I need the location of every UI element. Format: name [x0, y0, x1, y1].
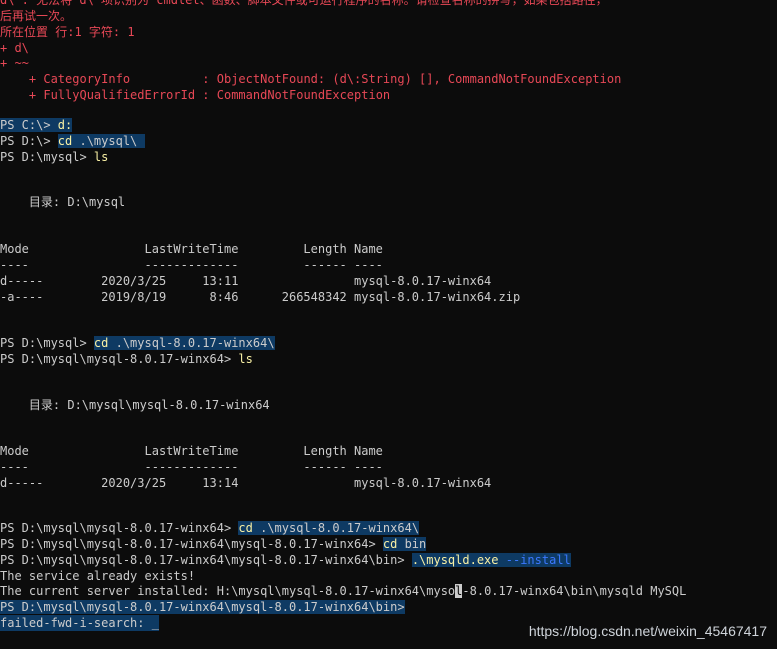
output-text: The current server installed: H:\mysql\m…: [0, 584, 456, 598]
listing-row: d----- 2020/3/25 13:11 mysql-8.0.17-winx…: [0, 274, 492, 288]
command-flag: --install: [498, 553, 571, 567]
listing-divider: ---- ------------- ------ ----: [0, 258, 383, 272]
prompt-line[interactable]: PS D:\mysql> ls: [0, 149, 108, 165]
prompt-text: PS D:\mysql\mysql-8.0.17-winx64\mysql-8.…: [0, 553, 412, 567]
output-line: The service already exists!: [0, 569, 196, 583]
directory-label: 目录: D:\mysql\mysql-8.0.17-winx64: [0, 398, 270, 412]
listing-header: Mode LastWriteTime Length Name: [0, 242, 383, 256]
prompt-text: PS C:\>: [0, 118, 58, 132]
prompt-text: PS D:\mysql\mysql-8.0.17-winx64>: [0, 352, 239, 366]
error-category-line: + CategoryInfo : ObjectNotFound: (d\:Str…: [0, 71, 621, 87]
command-argument: .\mysql-8.0.17-winx64\: [252, 521, 420, 535]
prompt-text: PS D:\mysql\mysql-8.0.17-winx64\mysql-8.…: [0, 600, 405, 614]
prompt-line[interactable]: PS D:\mysql\mysql-8.0.17-winx64\mysql-8.…: [0, 599, 405, 615]
prompt-line[interactable]: PS D:\mysql> cd .\mysql-8.0.17-winx64\: [0, 335, 275, 351]
command-text: ls: [93, 150, 109, 164]
command-text: d:: [57, 118, 73, 132]
command-argument: .\mysql\: [72, 134, 145, 148]
error-fqid-value: : CommandNotFoundException: [202, 88, 391, 102]
prompt-text: PS D:\mysql\mysql-8.0.17-winx64>: [0, 521, 239, 535]
command-text: ls: [238, 352, 253, 366]
error-caret-line: + ~~: [0, 56, 29, 70]
command-argument: bin: [397, 537, 427, 551]
command-argument: .\mysql-8.0.17-winx64\: [108, 336, 275, 350]
error-category-value: : ObjectNotFound: (d\:String) [], Comman…: [202, 72, 622, 86]
prompt-line[interactable]: PS D:\mysql\mysql-8.0.17-winx64\mysql-8.…: [0, 552, 571, 568]
watermark-text: https://blog.csdn.net/weixin_45467417: [528, 623, 767, 639]
prompt-line[interactable]: PS D:\mysql\mysql-8.0.17-winx64\mysql-8.…: [0, 536, 427, 552]
error-fqid-line: + FullyQualifiedErrorId : CommandNotFoun…: [0, 87, 390, 103]
listing-header: Mode LastWriteTime Length Name: [0, 444, 383, 458]
error-fqid-key: + FullyQualifiedErrorId: [0, 88, 203, 102]
command-text: cd: [238, 521, 253, 535]
listing-divider: ---- ------------- ------ ----: [0, 460, 383, 474]
prompt-text: PS D:\mysql\mysql-8.0.17-winx64\mysql-8.…: [0, 537, 383, 551]
directory-label: 目录: D:\mysql: [0, 195, 126, 209]
error-category-key: + CategoryInfo: [0, 72, 203, 86]
prompt-text: PS D:\>: [0, 134, 58, 148]
listing-row: d----- 2020/3/25 13:14 mysql-8.0.17-winx…: [0, 476, 492, 490]
prompt-line[interactable]: PS D:\> cd .\mysql\: [0, 133, 145, 149]
command-text: cd: [57, 134, 73, 148]
powershell-console[interactable]: d\ : 无法将“d\”项识别为 cmdlet、函数、脚本文件或可运行程序的名称…: [0, 0, 777, 649]
error-command-line: + d\: [0, 41, 29, 55]
prompt-line[interactable]: PS D:\mysql\mysql-8.0.17-winx64> ls: [0, 351, 253, 367]
prompt-text: PS D:\mysql>: [0, 150, 94, 164]
reverse-search-line[interactable]: failed-fwd-i-search: _: [0, 615, 159, 631]
error-message-line: 后再试一次。: [0, 9, 73, 23]
command-text: cd: [382, 537, 398, 551]
error-position-line: 所在位置 行:1 字符: 1: [0, 25, 135, 39]
output-line: The current server installed: H:\mysql\m…: [0, 583, 686, 599]
prompt-line[interactable]: PS D:\mysql\mysql-8.0.17-winx64> cd .\my…: [0, 520, 420, 536]
output-text: -8.0.17-winx64\bin\mysqld MySQL: [462, 584, 687, 598]
prompt-line[interactable]: PS C:\> d:: [0, 117, 73, 133]
command-text: cd: [93, 336, 109, 350]
listing-row: -a---- 2019/8/19 8:46 266548342 mysql-8.…: [0, 290, 521, 304]
command-text: .\mysqld.exe: [411, 553, 499, 567]
error-message-line: d\ : 无法将“d\”项识别为 cmdlet、函数、脚本文件或可运行程序的名称…: [0, 0, 608, 7]
prompt-text: PS D:\mysql>: [0, 336, 94, 350]
